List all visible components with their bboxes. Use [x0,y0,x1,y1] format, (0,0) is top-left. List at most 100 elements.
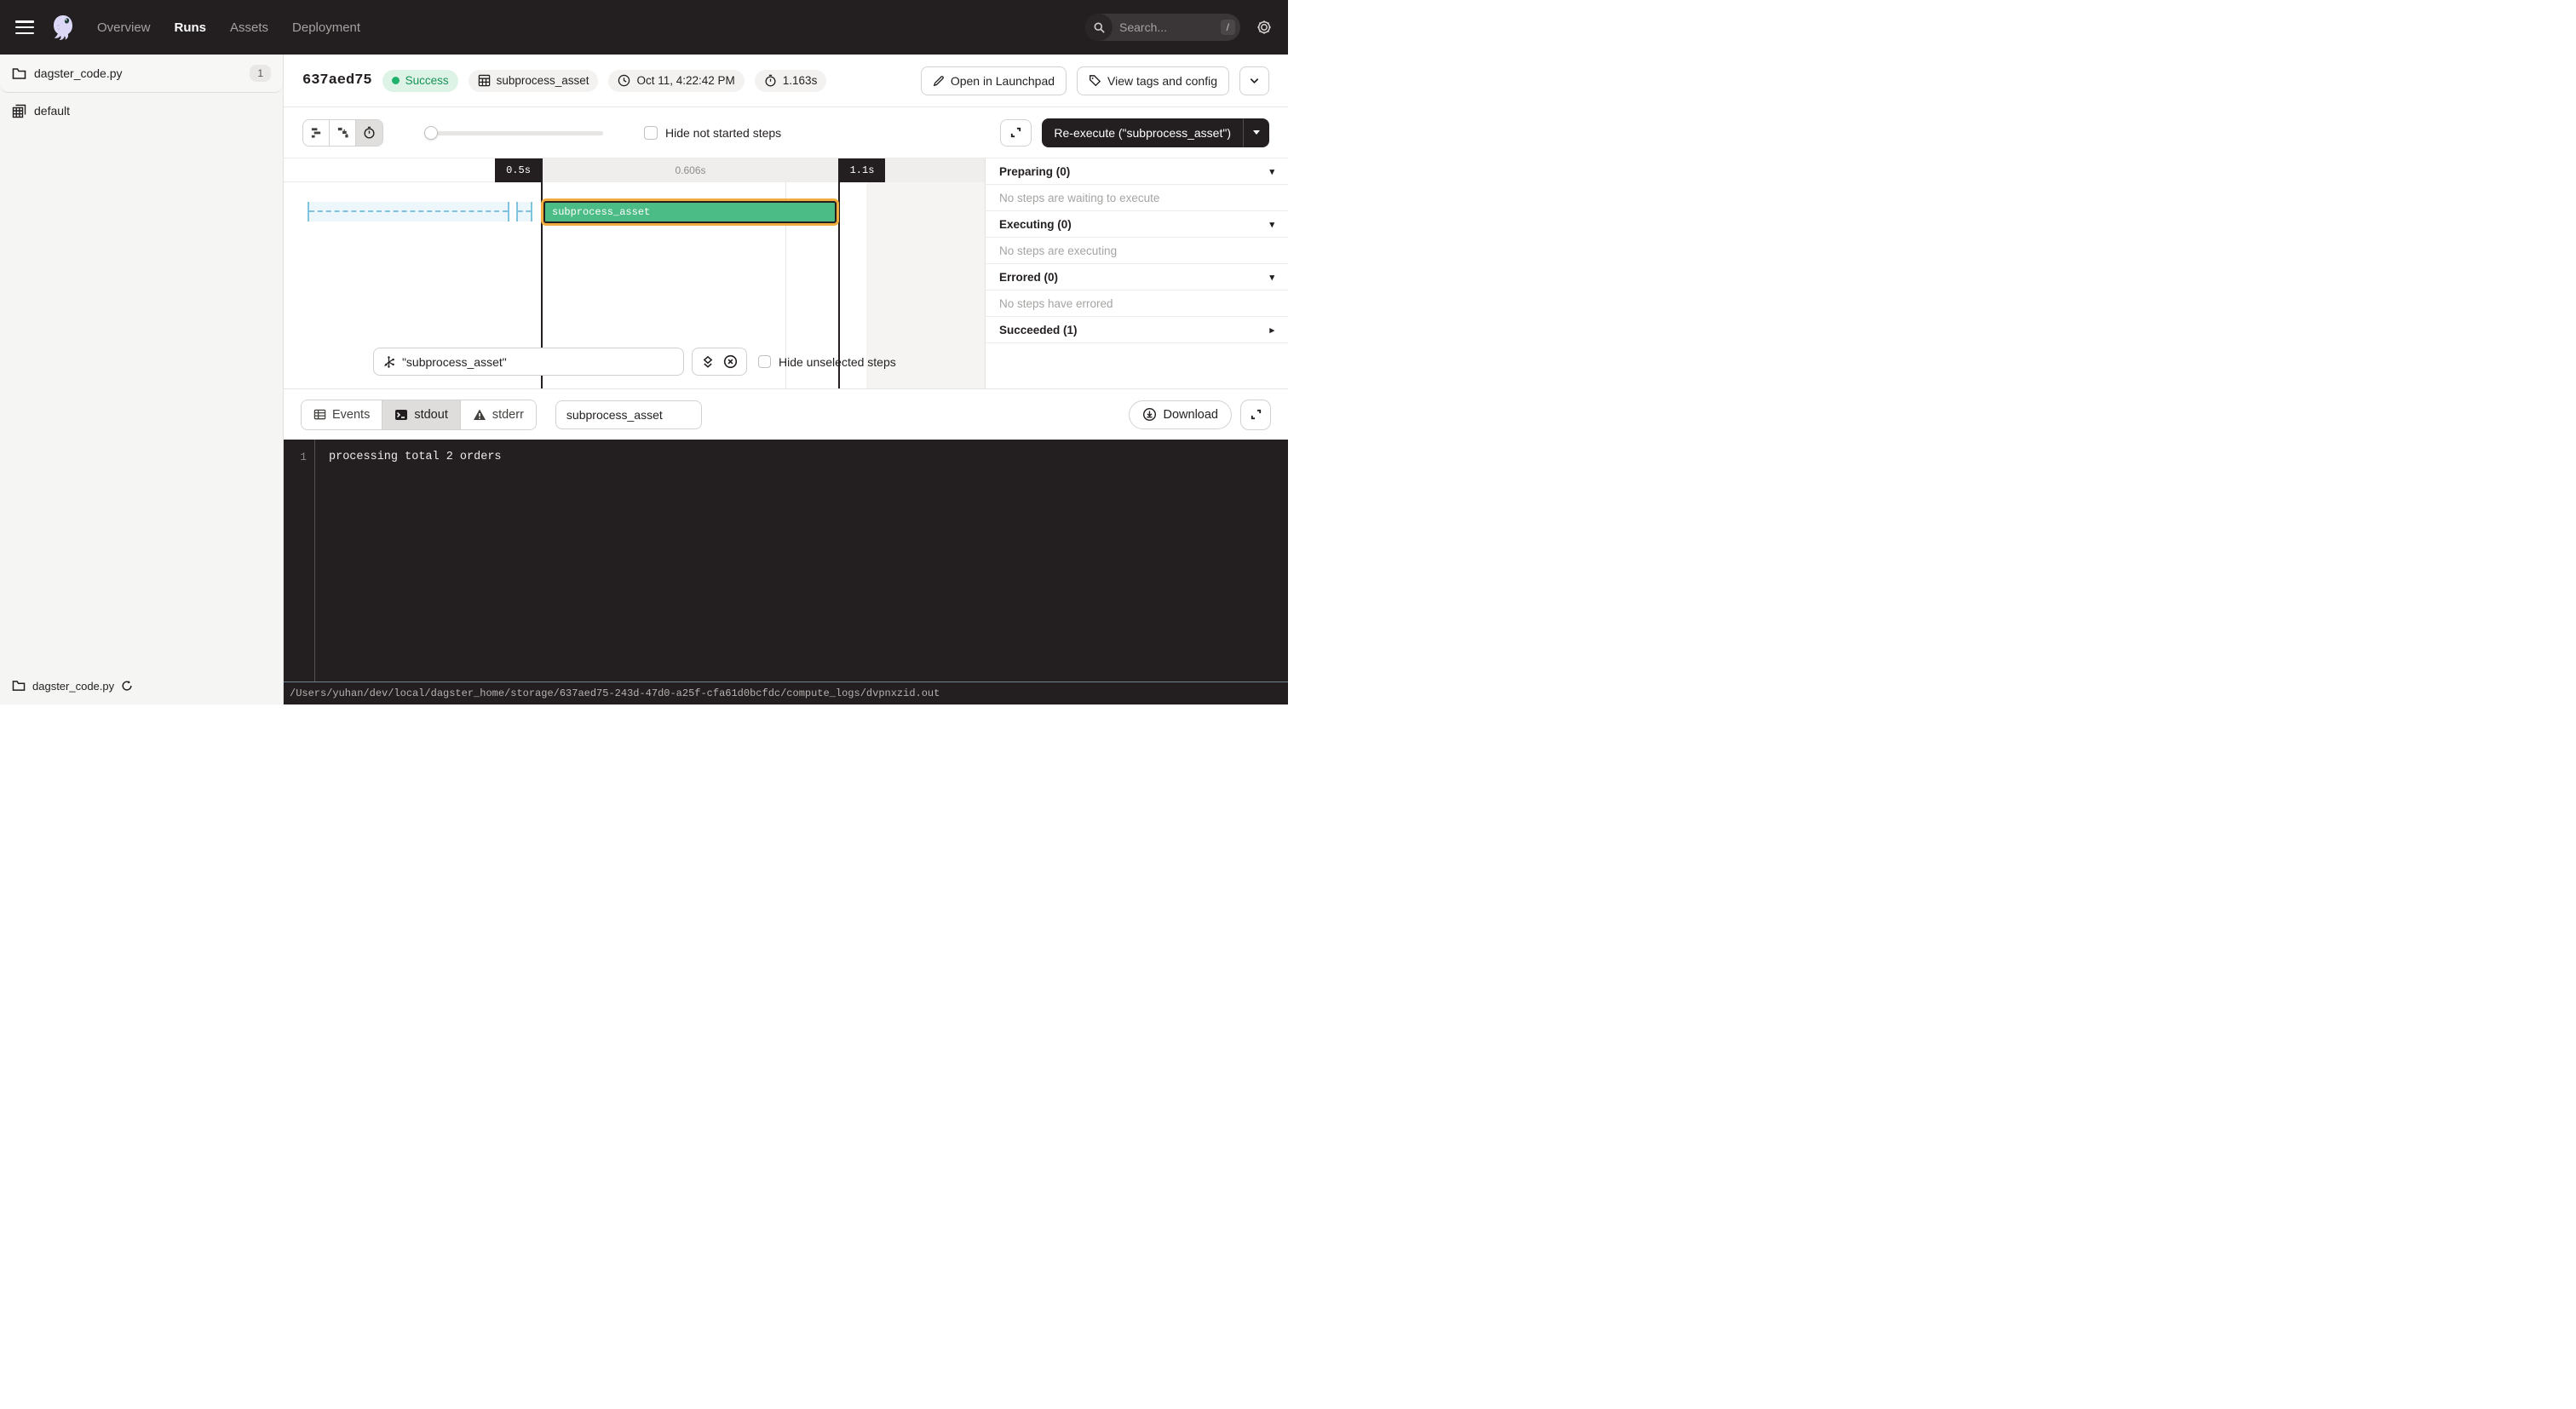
hamburger-menu-icon[interactable] [15,20,34,34]
search-shortcut-hint: / [1221,20,1235,35]
duration-tag: 1.163s [755,70,827,92]
run-actions-menu-button[interactable] [1239,66,1269,95]
caret-down-icon: ▾ [1269,166,1274,177]
timeline-band: 0.606s 0.5s 1.1s [284,158,985,182]
status-label: Success [405,74,449,87]
expand-icon [1250,408,1262,421]
log-line-text: processing total 2 orders [315,440,1288,681]
sidebar-item-default[interactable]: default [0,93,283,129]
zoom-slider-thumb[interactable] [424,126,438,140]
layers-icon[interactable] [701,355,715,369]
view-mode-toggle [302,119,383,147]
log-output[interactable]: 1 processing total 2 orders [284,440,1288,681]
events-table-icon [313,408,326,421]
clear-filter-icon[interactable] [723,354,738,369]
gear-icon[interactable] [1256,19,1273,36]
timer-icon [764,74,777,87]
panel-section-title: Preparing (0) [999,165,1070,178]
duration-label: 1.163s [783,74,818,87]
panel-empty-preparing: No steps are waiting to execute [986,185,1288,211]
nav-link-overview[interactable]: Overview [97,20,151,35]
gantt-step-bar[interactable]: subprocess_asset [543,201,837,223]
gantt-viewport[interactable]: 0.606s 0.5s 1.1s subprocess_asset [284,158,985,388]
sidebar: dagster_code.py 1 default dagster_code.p… [0,55,284,704]
panel-section-errored[interactable]: Errored (0) ▾ [986,264,1288,290]
filter-actions-group[interactable] [692,348,747,376]
panel-section-succeeded[interactable]: Succeeded (1) ▸ [986,317,1288,343]
dagster-logo-icon[interactable] [48,12,78,43]
asset-tag[interactable]: subprocess_asset [469,70,599,92]
sidebar-repo-row[interactable]: dagster_code.py 1 [0,55,283,93]
hide-unselected-label: Hide unselected steps [779,355,896,369]
hide-unselected-checkbox[interactable] [758,355,771,368]
clock-icon [618,74,630,87]
panel-empty-errored: No steps have errored [986,290,1288,317]
tab-stderr-label: stderr [492,408,524,422]
nav-link-assets[interactable]: Assets [230,20,268,35]
open-in-launchpad-button[interactable]: Open in Launchpad [921,66,1067,95]
chevron-down-icon [1249,75,1260,86]
flat-view-button[interactable] [303,120,330,146]
warning-triangle-icon [473,408,486,422]
stopwatch-icon [363,126,376,139]
reload-icon[interactable] [121,680,133,692]
step-filter-row: Hide unselected steps [373,348,896,376]
zoom-slider-track[interactable] [424,131,603,135]
waterfall-view-icon [336,126,349,139]
step-selector-dropdown[interactable]: subprocess_asset [555,400,702,429]
reexecute-label: Re-execute ("subprocess_asset") [1042,126,1243,140]
repo-count-badge: 1 [250,65,271,82]
step-filter-input[interactable] [402,355,675,369]
zoom-slider[interactable] [424,126,603,140]
log-file-path: /Users/yuhan/dev/local/dagster_home/stor… [284,681,1288,704]
download-label: Download [1164,408,1219,422]
reexecute-button[interactable]: Re-execute ("subprocess_asset") [1042,118,1269,147]
gantt-step-bar-label: subprocess_asset [552,206,650,218]
tab-stdout[interactable]: stdout [382,400,461,429]
panel-section-preparing[interactable]: Preparing (0) ▾ [986,158,1288,185]
waiting-indicator-short [516,202,532,221]
download-icon [1142,407,1157,422]
waiting-indicator [308,202,509,221]
nav-link-runs[interactable]: Runs [175,20,207,35]
step-status-panel: Preparing (0) ▾ No steps are waiting to … [985,158,1288,388]
reexecute-menu-button[interactable] [1243,118,1269,147]
job-icon [12,104,26,118]
op-selector-icon [382,355,395,369]
step-end-time-tag: 1.1s [839,158,885,182]
tab-events[interactable]: Events [302,400,382,429]
sidebar-footer: dagster_code.py [0,674,283,698]
view-tags-config-label: View tags and config [1107,74,1217,88]
hide-not-started-label: Hide not started steps [665,126,781,140]
hide-not-started-checkbox[interactable] [644,126,658,140]
panel-section-title: Executing (0) [999,218,1072,231]
waterfall-view-button[interactable] [330,120,356,146]
search-input[interactable] [1113,20,1221,34]
step-duration-label: 0.606s [675,164,705,176]
caret-down-icon [1253,130,1260,135]
tag-icon [1089,74,1101,87]
step-filter-input-wrap[interactable] [373,348,684,376]
panel-section-executing[interactable]: Executing (0) ▾ [986,211,1288,238]
log-tabs: Events stdout stderr [301,400,537,430]
timed-view-button[interactable] [356,120,382,146]
gantt-fullscreen-button[interactable] [1000,119,1032,147]
nav-links: Overview Runs Assets Deployment [97,20,360,35]
search-box[interactable]: / [1085,14,1240,41]
panel-section-title: Succeeded (1) [999,324,1078,336]
log-fullscreen-button[interactable] [1240,400,1271,430]
tab-events-label: Events [332,408,370,422]
timeline-tail-span [885,158,985,182]
nav-link-deployment[interactable]: Deployment [292,20,360,35]
tab-stderr[interactable]: stderr [461,400,536,429]
hide-unselected-checkbox-row[interactable]: Hide unselected steps [758,355,896,369]
run-header: 637aed75 Success subprocess_asset Oct 11… [284,55,1288,107]
hide-not-started-checkbox-row[interactable]: Hide not started steps [644,126,781,140]
repo-name: dagster_code.py [34,66,123,80]
table-icon [478,74,491,87]
caret-down-icon: ▾ [1269,272,1274,283]
main-content: 637aed75 Success subprocess_asset Oct 11… [284,55,1288,704]
tab-stdout-label: stdout [414,408,448,422]
view-tags-config-button[interactable]: View tags and config [1077,66,1229,95]
download-button[interactable]: Download [1129,400,1233,429]
